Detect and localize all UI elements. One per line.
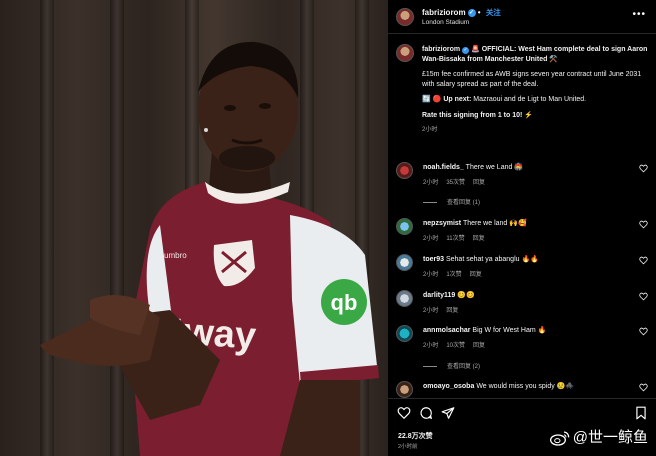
red-dot-icon: 🔴 xyxy=(430,96,444,103)
caption-line-4: Rate this signing from 1 to 10! ⚡ xyxy=(422,111,534,119)
avatar[interactable] xyxy=(396,290,413,307)
comment-text: Big W for West Ham 🔥 xyxy=(472,327,547,334)
caption-text: fabriziorom ✓ 🚨 OFFICIAL: West Ham compl… xyxy=(422,45,650,136)
badge-icons: 🔄 xyxy=(422,96,431,103)
heart-icon[interactable] xyxy=(639,292,648,301)
avatar[interactable] xyxy=(396,325,413,342)
reply-button[interactable]: 回复 xyxy=(473,343,485,349)
location-link[interactable]: London Stadium xyxy=(422,19,469,26)
comment-likes[interactable]: 35次赞 xyxy=(446,180,465,186)
comment-time: 2小时 xyxy=(423,180,439,186)
comment-username[interactable]: noah.fields_ xyxy=(423,164,464,171)
comment-time: 2小时 xyxy=(423,308,439,314)
comment-item: noah.fields_ There we Land 🏟️ 2小时 35次赞 回复 xyxy=(388,162,656,192)
dot-separator: • xyxy=(475,8,483,17)
avatar[interactable] xyxy=(396,381,413,398)
heart-icon[interactable] xyxy=(397,406,411,420)
likes-count[interactable]: 22.8万次赞 xyxy=(398,431,433,441)
avatar[interactable] xyxy=(396,162,413,179)
comment-item: nepzsymist There we land 🙌🥰 2小时 11次赞 回复 xyxy=(388,218,656,248)
replies-dash xyxy=(423,201,437,203)
heart-icon[interactable] xyxy=(639,327,648,336)
avatar[interactable] xyxy=(396,218,413,235)
header-user-line: fabriziorom ✓ • 关注 xyxy=(422,7,501,18)
comment-time: 2小时 xyxy=(423,343,439,349)
comment-text: There we Land 🏟️ xyxy=(465,164,524,171)
kit-brand: umbro xyxy=(164,251,187,260)
view-replies-button[interactable]: 查看回复 (2) xyxy=(423,361,480,370)
post-header: fabriziorom ✓ • 关注 London Stadium ••• xyxy=(388,0,656,34)
verified-icon: ✓ xyxy=(462,47,470,54)
comment-time: 2小时 xyxy=(423,236,439,242)
weibo-icon xyxy=(549,431,570,446)
comment-text: We would miss you spidy 😢🕷️ xyxy=(476,383,575,390)
heart-icon[interactable] xyxy=(639,383,648,392)
follow-button[interactable]: 关注 xyxy=(486,8,501,17)
comment-text: 😊😊 xyxy=(457,292,475,299)
weibo-watermark: @世一鲸鱼 xyxy=(549,426,648,447)
comment-text: There we land 🙌🥰 xyxy=(462,220,527,227)
caption-time: 2小时 xyxy=(422,127,438,133)
reply-button[interactable]: 回复 xyxy=(473,236,485,242)
sleeve-logo: qb xyxy=(331,290,358,315)
bookmark-icon[interactable] xyxy=(634,406,648,420)
heart-icon[interactable] xyxy=(639,220,648,229)
avatar[interactable] xyxy=(396,44,414,62)
up-next-label: Up next: xyxy=(443,96,472,103)
more-icon[interactable]: ••• xyxy=(632,9,646,20)
comment-username[interactable]: nepzsymist xyxy=(423,220,461,227)
avatar[interactable] xyxy=(396,254,413,271)
view-replies-label: 查看回复 (1) xyxy=(447,200,481,206)
caption-line-2: £15m fee confirmed as AWB signs seven ye… xyxy=(422,71,642,88)
comment-time: 2小时 xyxy=(423,272,439,278)
verified-icon: ✓ xyxy=(467,8,476,17)
comment-likes[interactable]: 10次赞 xyxy=(446,343,465,349)
share-icon[interactable] xyxy=(441,406,455,420)
post-photo[interactable]: qb umbro etway xyxy=(0,0,388,456)
header-username[interactable]: fabriziorom xyxy=(422,8,466,17)
heart-icon[interactable] xyxy=(639,164,648,173)
view-replies-button[interactable]: 查看回复 (1) xyxy=(423,197,480,206)
reply-button[interactable]: 回复 xyxy=(470,272,482,278)
comment-likes[interactable]: 1次赞 xyxy=(446,272,461,278)
caption-line-3: Mazraoui and de Ligt to Man United. xyxy=(471,96,587,103)
view-replies-label: 查看回复 (2) xyxy=(447,364,481,370)
comment-likes[interactable]: 11次赞 xyxy=(446,236,464,242)
comment-item: darlity119 😊😊 2小时 回复 xyxy=(388,290,656,320)
comment-username[interactable]: toer93 xyxy=(423,256,444,263)
comment-icon[interactable] xyxy=(419,406,433,420)
comment-text: Sehat sehat ya abanglu 🔥🔥 xyxy=(445,256,539,263)
replies-dash xyxy=(423,365,437,367)
player-illustration: qb umbro etway xyxy=(40,41,379,456)
comment-username[interactable]: annmolsachar xyxy=(423,327,470,334)
reply-button[interactable]: 回复 xyxy=(446,308,458,314)
comment-item: toer93 Sehat sehat ya abanglu 🔥🔥 2小时 1次赞 回… xyxy=(388,254,656,284)
watermark-text: @世一鲸鱼 xyxy=(572,429,648,446)
reply-button[interactable]: 回复 xyxy=(473,180,485,186)
caption-username[interactable]: fabriziorom xyxy=(422,46,460,53)
post-time: 2小时前 xyxy=(398,444,418,450)
comment-item: annmolsachar Big W for West Ham 🔥 2小时 10次… xyxy=(388,325,656,355)
avatar[interactable] xyxy=(396,8,414,26)
post-detail-panel: fabriziorom ✓ • 关注 London Stadium ••• fab… xyxy=(388,0,656,456)
heart-icon[interactable] xyxy=(639,256,648,265)
comment-username[interactable]: darlity119 xyxy=(423,292,455,299)
comment-username[interactable]: omoayo_osoba xyxy=(423,383,474,390)
